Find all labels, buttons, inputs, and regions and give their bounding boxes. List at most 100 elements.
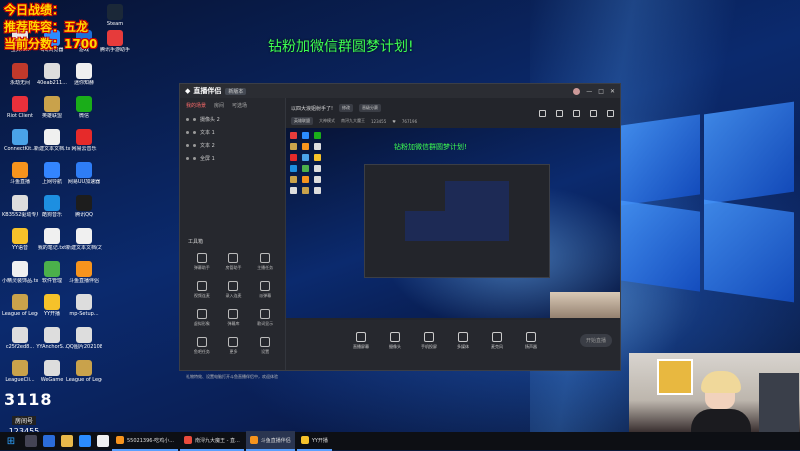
desktop-icon[interactable]: 迷你知赫 bbox=[66, 63, 102, 86]
tool-button[interactable]: 虚拟形象 bbox=[186, 309, 218, 327]
maximize-icon[interactable]: □ bbox=[598, 88, 604, 95]
desktop-icon[interactable]: 上网导航 bbox=[34, 162, 70, 185]
desktop-icon[interactable]: c25f2ed8... bbox=[2, 327, 38, 350]
taskbar-item[interactable]: YY开播 bbox=[296, 431, 332, 451]
minimize-icon[interactable]: — bbox=[586, 88, 592, 95]
desktop-icon[interactable]: League of Legends bbox=[2, 294, 38, 317]
desktop-icon[interactable]: 我的笔记.txt bbox=[34, 228, 70, 251]
tool-button[interactable]: 弹幕库 bbox=[218, 309, 250, 327]
desktop-icon[interactable]: 网易云音乐 bbox=[66, 129, 102, 152]
settings-icon[interactable] bbox=[590, 110, 597, 117]
speaker-button[interactable]: 扬声器 bbox=[514, 332, 548, 350]
eye-icon[interactable] bbox=[186, 131, 189, 134]
edit-title-button[interactable]: 修改 bbox=[339, 104, 354, 112]
start-live-button[interactable]: 开始直播 bbox=[579, 334, 612, 347]
desktop-icon[interactable]: 腾讯手游助手 bbox=[97, 30, 133, 53]
category-chip[interactable]: 晋级分赛 bbox=[359, 104, 382, 112]
scene-item[interactable]: 摄像头 2 bbox=[180, 113, 285, 126]
tool-button[interactable]: 鱼吧任务 bbox=[186, 337, 218, 355]
desktop-icon[interactable]: League of Legends... bbox=[66, 360, 102, 383]
desktop-icon[interactable]: 斗鱼直播 bbox=[2, 162, 38, 185]
desktop-icon[interactable]: ConnectKit... bbox=[2, 129, 38, 152]
desktop-icon-label: mp-Setup... bbox=[69, 311, 99, 317]
desktop-icon[interactable]: 40eab211... bbox=[34, 63, 70, 86]
desktop-icon[interactable]: 酷狗音乐 bbox=[34, 195, 70, 218]
meta-tag[interactable]: 英雄联盟 bbox=[291, 117, 313, 125]
mic-button[interactable]: 麦克风 bbox=[480, 332, 514, 350]
tab-optional[interactable]: 可选场 bbox=[232, 102, 247, 109]
lock-icon[interactable] bbox=[193, 118, 196, 121]
app-icon bbox=[12, 228, 28, 244]
desktop-icon[interactable]: KB3552驱动专用驱动.exe bbox=[2, 195, 38, 218]
lock-icon[interactable] bbox=[193, 157, 196, 160]
scene-item[interactable]: 全屏 1 bbox=[180, 152, 285, 165]
media-button[interactable]: 多媒体 bbox=[446, 332, 480, 350]
tool-icon bbox=[260, 253, 271, 263]
gift-icon[interactable] bbox=[539, 110, 546, 117]
message-icon[interactable] bbox=[556, 110, 563, 117]
desktop-icon[interactable]: mp-Setup... bbox=[66, 294, 102, 317]
scene-item[interactable]: 文本 1 bbox=[180, 126, 285, 139]
screen-button[interactable]: 直播屏幕 bbox=[344, 332, 378, 350]
tool-button[interactable]: 设置 bbox=[249, 337, 281, 355]
edge-icon[interactable] bbox=[43, 435, 55, 447]
desktop-icon[interactable]: LeagueCli... bbox=[2, 360, 38, 383]
media-label: 多媒体 bbox=[457, 344, 469, 349]
folder-icon[interactable] bbox=[61, 435, 73, 447]
desktop-icon-label: Steam bbox=[106, 21, 124, 27]
stream-preview[interactable]: 钻粉加微信群圆梦计划! bbox=[286, 128, 620, 318]
desktop-icon[interactable]: WeGame bbox=[34, 360, 70, 383]
eye-icon[interactable] bbox=[186, 157, 189, 160]
app-icon[interactable] bbox=[97, 435, 109, 447]
windows-start-icon[interactable]: ⊞ bbox=[0, 432, 22, 450]
browser-icon[interactable] bbox=[79, 435, 91, 447]
tab-room[interactable]: 房间 bbox=[214, 102, 224, 109]
avatar[interactable] bbox=[573, 87, 581, 95]
taskbar-item-label: 南浔九大魔王 - 直... bbox=[195, 437, 240, 444]
desktop-icon[interactable]: 斗鱼直播伴侣 bbox=[66, 261, 102, 284]
bell-icon[interactable] bbox=[573, 110, 580, 117]
desktop-icon[interactable]: 新建文本文档(2).txt bbox=[66, 228, 102, 251]
taskbar-item[interactable]: 南浔九大魔王 - 直... bbox=[180, 431, 244, 451]
share-icon[interactable] bbox=[607, 110, 614, 117]
eye-icon[interactable] bbox=[186, 118, 189, 121]
tab-scenes[interactable]: 我的场景 bbox=[186, 102, 206, 109]
eye-icon[interactable] bbox=[186, 144, 189, 147]
tool-button[interactable]: 主播任务 bbox=[249, 253, 281, 271]
tool-button[interactable]: 录入连麦 bbox=[218, 281, 250, 299]
desktop-icon[interactable]: YYAnchorS... bbox=[34, 327, 70, 350]
close-icon[interactable]: ✕ bbox=[610, 88, 615, 95]
tool-button[interactable]: 歌词显示 bbox=[249, 309, 281, 327]
desktop-icon[interactable]: Riot Client bbox=[2, 96, 38, 119]
tool-button[interactable]: 派弹幕 bbox=[249, 281, 281, 299]
lock-icon[interactable] bbox=[193, 144, 196, 147]
app-icon bbox=[12, 195, 28, 211]
tool-button[interactable]: 更多 bbox=[218, 337, 250, 355]
desktop-icon[interactable]: 腾讯QQ bbox=[66, 195, 102, 218]
desktop-icon[interactable]: Steam bbox=[97, 4, 133, 27]
desktop-icon[interactable]: 英雄联盟 bbox=[34, 96, 70, 119]
desktop-icon[interactable]: 永劫无间 bbox=[2, 63, 38, 86]
desktop-icon[interactable]: 微信 bbox=[66, 96, 102, 119]
promo-banner: 钻粉加微信群圆梦计划! bbox=[268, 39, 414, 55]
desktop-icon[interactable]: QQ图片20210824... bbox=[66, 327, 102, 350]
phone-cast-button[interactable]: 手机投屏 bbox=[412, 332, 446, 350]
desktop-icon[interactable]: 软件管理 bbox=[34, 261, 70, 284]
desktop-icon[interactable]: YY开播 bbox=[34, 294, 70, 317]
taskbar-item[interactable]: 斗鱼直播伴侣 bbox=[245, 431, 295, 451]
taskbar-item[interactable]: 55021396-吃鸡小... bbox=[112, 431, 179, 451]
scene-item[interactable]: 文本 2 bbox=[180, 139, 285, 152]
search-icon[interactable] bbox=[25, 435, 37, 447]
desktop-icon[interactable]: 新建文本文档.txt bbox=[34, 129, 70, 152]
desktop-icon-label: YYAnchorS... bbox=[36, 344, 68, 350]
tool-button[interactable]: 房管助手 bbox=[218, 253, 250, 271]
lock-icon[interactable] bbox=[193, 131, 196, 134]
desktop-icon[interactable]: 小精灵装饰品.txt bbox=[2, 261, 38, 284]
version-badge[interactable]: 新版本 bbox=[225, 87, 247, 95]
desktop-icon[interactable]: YY语音 bbox=[2, 228, 38, 251]
desktop-icon[interactable]: 网易UU加速器 bbox=[66, 162, 102, 185]
tool-button[interactable]: 弹幕助手 bbox=[186, 253, 218, 271]
app-icon bbox=[76, 129, 92, 145]
tool-button[interactable]: 视频连麦 bbox=[186, 281, 218, 299]
camera-button[interactable]: 摄像头 bbox=[378, 332, 412, 350]
